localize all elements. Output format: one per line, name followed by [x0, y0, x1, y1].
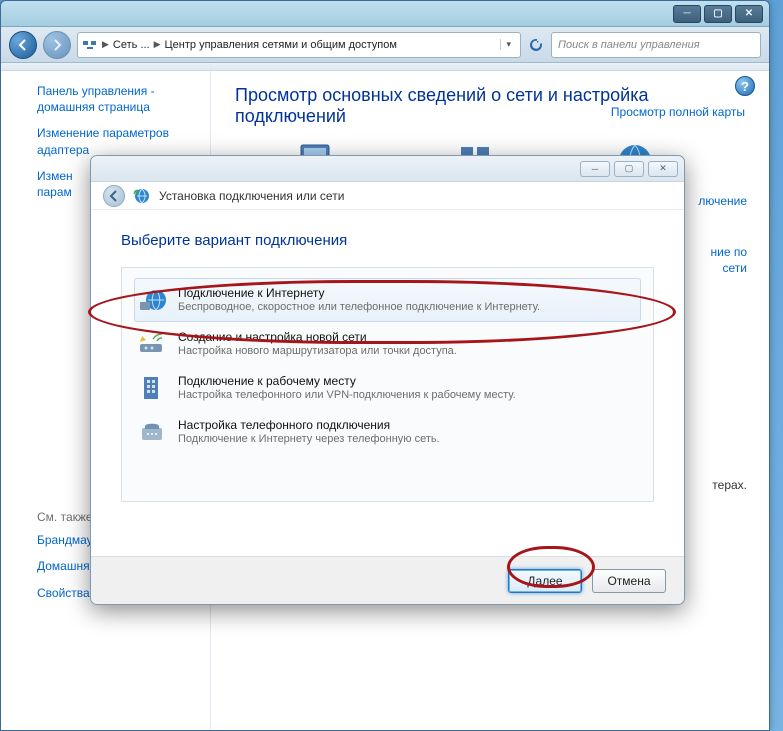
- phone-icon: [138, 418, 168, 446]
- sidebar-link-adapter-settings[interactable]: Изменение параметров адаптера: [37, 125, 194, 157]
- arrow-right-icon: [50, 38, 64, 52]
- dialog-heading: Выберите вариант подключения: [121, 232, 654, 249]
- refresh-icon: [528, 37, 544, 53]
- link-partial-info-2[interactable]: сети: [723, 260, 747, 276]
- crumb-network[interactable]: Сеть ...: [113, 39, 150, 51]
- nav-bar: ▶ Сеть ... ▶ Центр управления сетями и о…: [1, 27, 769, 63]
- refresh-button[interactable]: [527, 36, 545, 54]
- option-internet-connection[interactable]: Подключение к Интернету Беспроводное, ск…: [134, 278, 641, 322]
- wizard-icon: [133, 187, 151, 205]
- connection-options-list: Подключение к Интернету Беспроводное, ск…: [121, 267, 654, 502]
- dialog-back-button[interactable]: [103, 185, 125, 207]
- search-input[interactable]: Поиск в панели управления: [551, 32, 761, 58]
- breadcrumb-bar[interactable]: ▶ Сеть ... ▶ Центр управления сетями и о…: [77, 32, 521, 58]
- nav-back-button[interactable]: [9, 31, 37, 59]
- option-desc: Настройка телефонного или VPN-подключени…: [178, 389, 516, 401]
- dialog-footer: Далее Отмена: [91, 556, 684, 604]
- arrow-left-icon: [16, 38, 30, 52]
- option-new-network[interactable]: Создание и настройка новой сети Настройк…: [134, 322, 641, 366]
- dialog-title: Установка подключения или сети: [159, 189, 344, 203]
- option-desc: Подключение к Интернету через телефонную…: [178, 433, 440, 445]
- crumb-network-center[interactable]: Центр управления сетями и общим доступом: [165, 39, 397, 51]
- link-see-full-map[interactable]: Просмотр полной карты: [611, 105, 745, 119]
- title-bar: ─ ▢ ✕: [1, 1, 769, 27]
- router-icon: [138, 330, 168, 358]
- arrow-left-icon: [108, 190, 120, 202]
- maximize-button[interactable]: ▢: [704, 5, 732, 23]
- option-desc: Настройка нового маршрутизатора или точк…: [178, 345, 457, 357]
- dialog-header: Установка подключения или сети: [91, 182, 684, 210]
- text-partial-trouble: терах.: [712, 477, 747, 493]
- option-desc: Беспроводное, скоростное или телефонное …: [178, 301, 540, 313]
- network-icon: [82, 37, 98, 53]
- option-title: Настройка телефонного подключения: [178, 418, 440, 432]
- option-title: Подключение к рабочему месту: [178, 374, 516, 388]
- dialog-close-button[interactable]: ✕: [648, 161, 678, 177]
- breadcrumb-dropdown[interactable]: ▾: [500, 39, 516, 50]
- wizard-dialog: ─ ▢ ✕ Установка подключения или сети Выб…: [90, 155, 685, 605]
- dialog-content: Выберите вариант подключения Подключение…: [91, 210, 684, 512]
- dialog-title-bar: ─ ▢ ✕: [91, 156, 684, 182]
- building-icon: [138, 374, 168, 402]
- dialog-minimize-button[interactable]: ─: [580, 161, 610, 177]
- close-button[interactable]: ✕: [735, 5, 763, 23]
- dialog-maximize-button[interactable]: ▢: [614, 161, 644, 177]
- option-title: Подключение к Интернету: [178, 286, 540, 300]
- cancel-button[interactable]: Отмена: [592, 569, 666, 593]
- next-button[interactable]: Далее: [508, 569, 582, 593]
- option-workplace[interactable]: Подключение к рабочему месту Настройка т…: [134, 366, 641, 410]
- globe-icon: [138, 286, 168, 314]
- minimize-button[interactable]: ─: [673, 5, 701, 23]
- option-dialup[interactable]: Настройка телефонного подключения Подклю…: [134, 410, 641, 454]
- sidebar-link-control-panel-home[interactable]: Панель управления - домашняя страница: [37, 83, 194, 115]
- link-partial-connection[interactable]: лючение: [698, 193, 747, 209]
- link-partial-info-1[interactable]: ние по: [710, 244, 747, 260]
- option-title: Создание и настройка новой сети: [178, 330, 457, 344]
- nav-forward-button[interactable]: [43, 31, 71, 59]
